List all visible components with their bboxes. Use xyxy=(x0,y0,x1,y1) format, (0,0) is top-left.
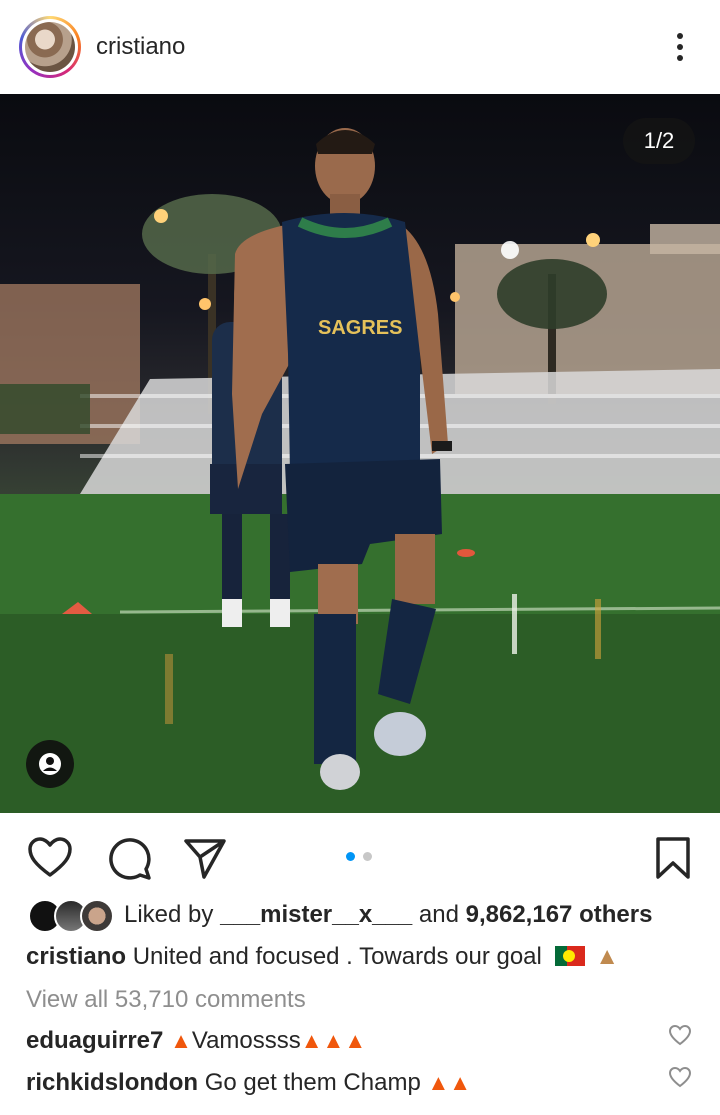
caption-username[interactable]: cristiano xyxy=(26,943,126,970)
comment-row: richkidslondon Go get them Champ ▲▲ xyxy=(26,1069,471,1097)
send-icon[interactable] xyxy=(182,835,228,881)
comment-username[interactable]: richkidslondon xyxy=(26,1069,198,1096)
comment-text: Vamossss xyxy=(191,1027,301,1054)
carousel-counter: 1/2 xyxy=(623,118,695,164)
carousel-dots xyxy=(346,848,376,862)
liker-username[interactable]: ___mister__x___ xyxy=(220,901,412,928)
fire-icon: ▲▲▲ xyxy=(300,1028,367,1053)
comment-username[interactable]: eduaguirre7 xyxy=(26,1027,163,1054)
post-header: cristiano xyxy=(0,0,720,94)
comment-row: eduaguirre7 ▲Vamossss▲▲▲ xyxy=(26,1027,366,1055)
post-username[interactable]: cristiano xyxy=(96,33,185,61)
post-photo[interactable]: SAGRES 1/2 xyxy=(0,94,720,813)
likes-middle: and xyxy=(418,901,459,928)
fire-icon: ▲▲ xyxy=(427,1070,472,1095)
heart-icon[interactable] xyxy=(27,835,73,881)
svg-text:SAGRES: SAGRES xyxy=(318,317,402,339)
comment-like-icon[interactable] xyxy=(668,1066,692,1088)
carousel-dot xyxy=(363,852,373,862)
fire-icon: ▲ xyxy=(170,1028,192,1053)
comment-like-icon[interactable] xyxy=(668,1024,692,1046)
post-caption: cristiano United and focused . Towards o… xyxy=(26,943,619,971)
portugal-flag-icon xyxy=(554,946,585,966)
comment-text: Go get them Champ xyxy=(204,1069,421,1096)
likes-prefix: Liked by xyxy=(124,901,214,928)
likes-count[interactable]: 9,862,167 others xyxy=(466,901,653,928)
caption-text: United and focused . Towards our goal xyxy=(132,943,542,970)
photo-scene: SAGRES xyxy=(0,128,720,813)
avatar[interactable] xyxy=(19,16,81,78)
avatar-image xyxy=(25,22,75,72)
likes-text: Liked by ___mister__x___ and 9,862,167 o… xyxy=(124,901,652,929)
bookmark-icon[interactable] xyxy=(650,835,696,881)
action-bar xyxy=(0,813,720,895)
liker-avatar[interactable] xyxy=(80,899,114,933)
user-tag-icon[interactable] xyxy=(26,740,74,788)
more-options-icon[interactable] xyxy=(670,30,690,66)
comment-icon[interactable] xyxy=(106,835,152,881)
praying-hands-icon: ▲ xyxy=(595,943,619,970)
view-all-comments-link[interactable]: View all 53,710 comments xyxy=(26,986,306,1014)
carousel-dot-active xyxy=(346,852,355,862)
likes-row: Liked by ___mister__x___ and 9,862,167 o… xyxy=(0,895,720,937)
